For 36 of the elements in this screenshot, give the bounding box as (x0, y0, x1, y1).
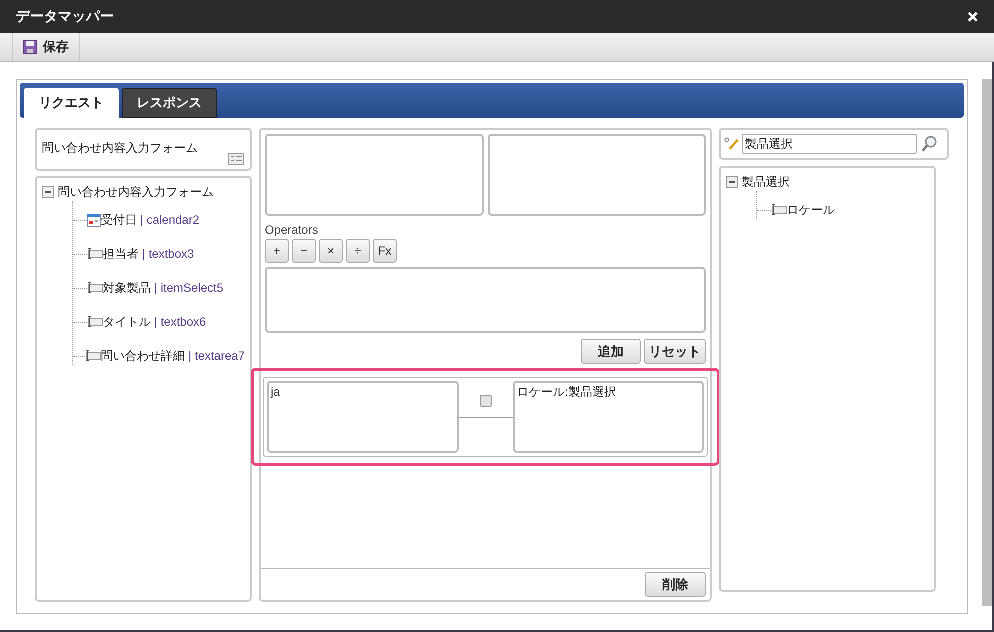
close-icon[interactable] (968, 12, 978, 22)
target-field[interactable] (488, 134, 706, 216)
tree-node-label[interactable]: ロケール (787, 201, 835, 219)
operator-button[interactable]: × (319, 239, 343, 263)
tab[interactable]: レスポンス (122, 88, 217, 118)
mapping-target: ロケール:製品選択 (513, 381, 704, 453)
source-field[interactable] (265, 134, 484, 216)
tree-node-label[interactable]: 製品選択 (742, 173, 790, 191)
search-icon[interactable] (921, 135, 939, 153)
form-title: 問い合わせ内容入力フォーム (42, 141, 198, 155)
tree-node-label[interactable]: 問い合わせ内容入力フォーム (58, 183, 214, 201)
add-button[interactable]: 追加 (581, 339, 641, 364)
operator-button[interactable]: + (265, 239, 289, 263)
search-field[interactable]: 製品選択 (742, 134, 917, 154)
collapse-icon[interactable] (42, 186, 54, 198)
pencil-icon (724, 136, 740, 152)
operator-button[interactable]: ÷ (346, 239, 370, 263)
mapping-source: ja (267, 381, 459, 453)
operator-button[interactable]: − (292, 239, 316, 263)
tree-node-label[interactable]: 受付日 | calendar2 (101, 211, 200, 229)
tree-node-label[interactable]: 担当者 | textbox3 (103, 245, 194, 263)
expression-field[interactable] (265, 267, 706, 333)
reset-button[interactable]: リセット (644, 339, 706, 364)
operator-button[interactable]: Fx (373, 239, 397, 263)
operators-label: Operators (265, 222, 320, 239)
tree-node-label[interactable]: タイトル | textbox6 (103, 313, 206, 331)
tree-node-label[interactable]: 対象製品 | itemSelect5 (103, 279, 224, 297)
collapse-icon[interactable] (726, 176, 738, 188)
window-title: データマッパー (16, 7, 114, 26)
delete-button[interactable]: 削除 (645, 572, 706, 597)
tab[interactable]: リクエスト (24, 88, 119, 118)
save-button[interactable]: 保存 (12, 33, 80, 61)
calendar-icon (87, 213, 101, 227)
form-icon (228, 153, 244, 165)
mapping-checkbox[interactable] (480, 395, 492, 407)
tree-node-label[interactable]: 問い合わせ詳細 | textarea7 (101, 347, 245, 365)
